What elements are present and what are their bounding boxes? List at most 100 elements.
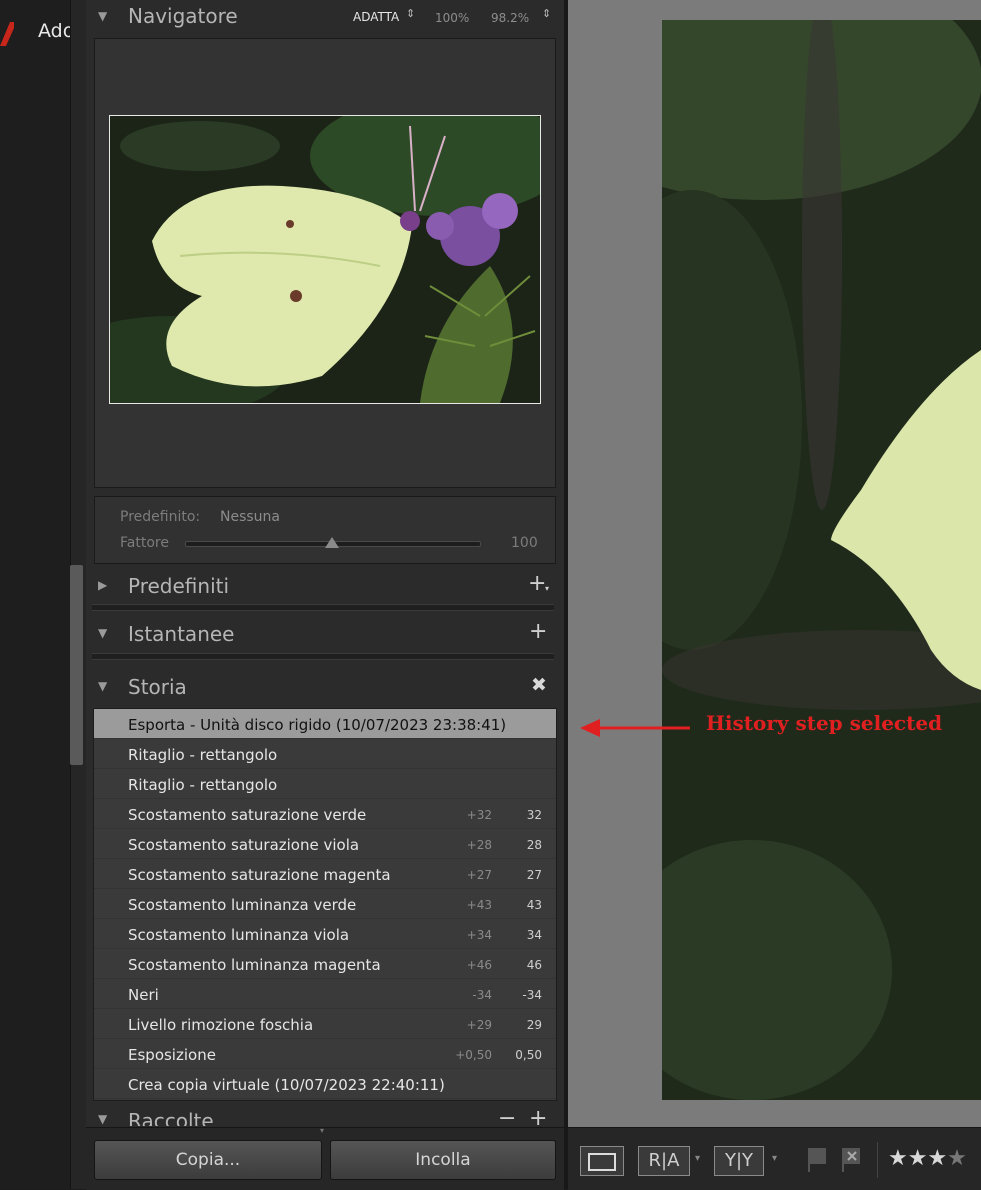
snapshots-title: Istantanee (128, 622, 235, 646)
zoom-100-option[interactable]: 100% (435, 11, 469, 25)
presets-header[interactable]: ▶ Predefiniti + ▾ (86, 566, 564, 604)
panel-toggle-icon[interactable]: ▾ (320, 1126, 324, 1135)
history-step-delta: +0,50 (455, 1048, 492, 1062)
toolbar-divider (877, 1142, 878, 1178)
zoom-fit-option[interactable]: ADATTA (353, 10, 399, 24)
history-step-label: Scostamento luminanza verde (128, 896, 357, 914)
collapse-triangle-icon[interactable]: ▼ (98, 9, 107, 23)
left-strip (0, 0, 70, 1189)
main-photo[interactable] (662, 20, 981, 1100)
history-step-value: 46 (526, 958, 542, 972)
collections-title: Raccolte (128, 1109, 214, 1126)
history-step-value: 0,50 (515, 1048, 542, 1062)
history-step-delta: +29 (466, 1018, 492, 1032)
history-step-label: Scostamento saturazione magenta (128, 866, 391, 884)
preset-panel (94, 496, 556, 564)
adobe-logo-icon (0, 22, 14, 46)
history-step-value: 29 (526, 1018, 542, 1032)
remove-collection-icon[interactable]: − (498, 1108, 516, 1126)
annotation-arrow (580, 719, 690, 737)
history-step-value: 27 (526, 868, 542, 882)
zoom-custom-option[interactable]: 98.2% (491, 11, 529, 25)
presets-title: Predefiniti (128, 574, 230, 598)
collapse-triangle-icon[interactable]: ▼ (98, 1112, 107, 1126)
flag-icon[interactable] (806, 1146, 830, 1174)
amount-label: Fattore (120, 535, 169, 551)
amount-value: 100 (511, 535, 538, 551)
history-step-value: 34 (526, 928, 542, 942)
history-step[interactable]: Livello rimozione foschia +29 29 (94, 1009, 556, 1039)
history-title: Storia (128, 675, 187, 699)
expand-triangle-icon[interactable]: ▶ (98, 578, 107, 592)
annotation-label: History step selected (706, 711, 943, 735)
history-step[interactable]: Scostamento luminanza viola +34 34 (94, 919, 556, 949)
app-name: Ado (38, 20, 75, 42)
collections-header[interactable]: ▼ Raccolte − + (86, 1108, 564, 1126)
history-step-label: Ritaglio - rettangolo (128, 776, 278, 794)
add-preset-menu-icon[interactable]: ▾ (545, 584, 549, 593)
preset-value[interactable]: Nessuna (220, 509, 280, 525)
history-step[interactable]: Ritaglio - rettangolo (94, 739, 556, 769)
history-step-label: Scostamento luminanza viola (128, 926, 350, 944)
history-step-label: Ritaglio - rettangolo (128, 746, 278, 764)
star-rating[interactable]: ★★★★ (888, 1146, 967, 1171)
history-step[interactable]: Ritaglio - rettangolo (94, 769, 556, 799)
history-step[interactable]: Esporta - Unità disco rigido (10/07/2023… (94, 709, 556, 739)
preset-label: Predefinito: (120, 509, 201, 525)
zoom-stepper-icon[interactable]: ⇕ (406, 7, 415, 20)
history-step-delta: +46 (466, 958, 492, 972)
history-step-label: Crea copia virtuale (10/07/2023 22:40:11… (128, 1076, 445, 1094)
add-snapshot-icon[interactable]: + (529, 619, 547, 644)
history-step-value: 32 (526, 808, 542, 822)
history-step-label: Scostamento luminanza magenta (128, 956, 381, 974)
navigator-header[interactable]: ▼ Navigatore ADATTA ⇕ 100% 98.2% ⇕ (86, 0, 564, 36)
history-step[interactable]: Scostamento luminanza magenta +46 46 (94, 949, 556, 979)
history-step-value: 28 (526, 838, 542, 852)
amount-slider-thumb[interactable] (325, 537, 339, 548)
history-step-delta: +34 (466, 928, 492, 942)
rating-stars[interactable]: ★★★ (888, 1146, 947, 1171)
history-step[interactable]: Crea copia virtuale (10/07/2023 22:40:11… (94, 1069, 556, 1099)
history-step-delta: +27 (466, 868, 492, 882)
compare-view-button[interactable]: R|A (638, 1146, 690, 1176)
loupe-view-button[interactable] (580, 1146, 624, 1176)
history-list: Esporta - Unità disco rigido (10/07/2023… (93, 708, 557, 1101)
history-step[interactable]: Scostamento saturazione magenta +27 27 (94, 859, 556, 889)
history-step-label: Esporta - Unità disco rigido (10/07/2023… (128, 716, 507, 734)
snapshots-divider (92, 653, 554, 660)
history-step[interactable]: Scostamento saturazione verde +32 32 (94, 799, 556, 829)
copy-button[interactable]: Copia... (94, 1140, 322, 1180)
history-step[interactable]: Neri -34 -34 (94, 979, 556, 1009)
collapse-triangle-icon[interactable]: ▼ (98, 679, 107, 693)
collapse-triangle-icon[interactable]: ▼ (98, 626, 107, 640)
history-step-label: Esposizione (128, 1046, 216, 1064)
history-step-delta: +43 (466, 898, 492, 912)
history-header[interactable]: ▼ Storia ✖ (86, 667, 564, 705)
add-collection-icon[interactable]: + (529, 1108, 547, 1126)
panel-scroll-thumb[interactable] (70, 565, 83, 765)
clear-history-icon[interactable]: ✖ (531, 674, 547, 696)
add-preset-icon[interactable]: + (528, 571, 546, 596)
snapshots-header[interactable]: ▼ Istantanee + (86, 614, 564, 652)
before-after-menu-icon[interactable]: ▾ (772, 1153, 777, 1164)
history-step-label: Scostamento saturazione verde (128, 806, 367, 824)
history-step-delta: -34 (472, 988, 492, 1002)
paste-button[interactable]: Incolla (330, 1140, 556, 1180)
history-step-delta: +32 (466, 808, 492, 822)
zoom-custom-stepper-icon[interactable]: ⇕ (542, 7, 551, 20)
compare-menu-icon[interactable]: ▾ (695, 1153, 700, 1164)
history-step[interactable]: Scostamento luminanza verde +43 43 (94, 889, 556, 919)
before-after-button[interactable]: Y|Y (714, 1146, 764, 1176)
rating-stars-empty[interactable]: ★ (947, 1146, 967, 1171)
history-step-label: Livello rimozione foschia (128, 1016, 314, 1034)
history-step-label: Scostamento saturazione viola (128, 836, 360, 854)
history-step-label: Neri (128, 986, 159, 1004)
navigator-thumbnail[interactable] (109, 115, 541, 404)
reject-flag-icon[interactable] (840, 1146, 864, 1174)
history-step-value: -34 (522, 988, 542, 1002)
history-step[interactable]: Esposizione +0,50 0,50 (94, 1039, 556, 1069)
presets-divider (92, 604, 554, 611)
history-step[interactable]: Scostamento saturazione viola +28 28 (94, 829, 556, 859)
history-step-delta: +28 (466, 838, 492, 852)
history-step-value: 43 (526, 898, 542, 912)
